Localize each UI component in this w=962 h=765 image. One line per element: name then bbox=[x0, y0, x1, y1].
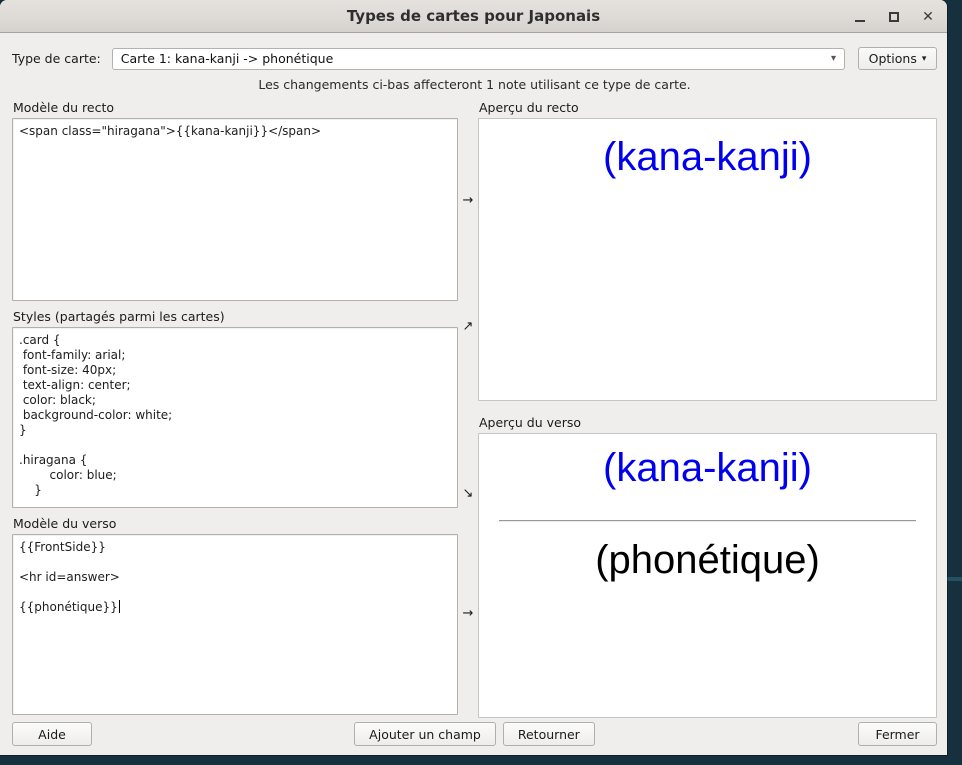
footer-center-buttons: Ajouter un champ Retourner bbox=[354, 722, 595, 746]
arrow-up-right-icon: ↗ bbox=[459, 319, 477, 334]
minimize-icon bbox=[855, 20, 865, 22]
minimize-button[interactable] bbox=[849, 6, 871, 28]
close-button[interactable]: ✕ bbox=[917, 6, 939, 28]
dialog-content: Type de carte: Carte 1: kana-kanji -> ph… bbox=[0, 33, 947, 755]
front-preview-text: (kana-kanji) bbox=[479, 131, 936, 183]
back-template-editor[interactable]: {{FrontSide}} <hr id=answer> {{phonétiqu… bbox=[12, 534, 458, 715]
combo-dropdown-icon: ▾ bbox=[831, 53, 836, 64]
styles-editor[interactable]: .card { font-family: arial; font-size: 4… bbox=[12, 327, 458, 508]
card-type-label: Type de carte: bbox=[12, 51, 101, 66]
styles-label: Styles (partagés parmi les cartes) bbox=[13, 309, 458, 324]
titlebar[interactable]: Types de cartes pour Japonais ✕ bbox=[0, 0, 947, 33]
front-preview-pane: (kana-kanji) bbox=[478, 118, 937, 401]
window-title: Types de cartes pour Japonais bbox=[0, 7, 947, 25]
card-type-row: Type de carte: Carte 1: kana-kanji -> ph… bbox=[12, 47, 937, 70]
arrow-down-right-icon: ↘ bbox=[459, 486, 477, 501]
back-template-label: Modèle du verso bbox=[13, 516, 458, 531]
card-type-selected-value: Carte 1: kana-kanji -> phonétique bbox=[121, 51, 825, 66]
back-preview-label: Aperçu du verso bbox=[479, 415, 937, 430]
maximize-button[interactable] bbox=[883, 6, 905, 28]
flow-arrows: → ↗ ↘ → bbox=[458, 100, 478, 718]
add-field-button[interactable]: Ajouter un champ bbox=[354, 722, 496, 746]
close-dialog-button[interactable]: Fermer bbox=[858, 722, 937, 746]
options-button[interactable]: Options ▾ bbox=[858, 47, 937, 70]
maximize-icon bbox=[889, 12, 899, 22]
front-template-label: Modèle du recto bbox=[13, 100, 458, 115]
close-icon: ✕ bbox=[922, 9, 934, 25]
window-controls: ✕ bbox=[849, 0, 939, 33]
arrow-right-icon: → bbox=[459, 606, 477, 621]
options-button-label: Options bbox=[869, 51, 917, 66]
arrow-right-icon: → bbox=[459, 193, 477, 208]
front-preview-label: Aperçu du recto bbox=[479, 100, 937, 115]
back-preview-question-text: (kana-kanji) bbox=[479, 442, 936, 494]
flip-button[interactable]: Retourner bbox=[503, 722, 595, 746]
dialog-footer: Aide Ajouter un champ Retourner Fermer bbox=[12, 722, 937, 746]
back-preview-answer-text: (phonétique) bbox=[479, 534, 936, 586]
answer-divider bbox=[499, 520, 916, 521]
text-cursor bbox=[119, 600, 120, 613]
help-button[interactable]: Aide bbox=[12, 722, 92, 746]
back-preview-pane: (kana-kanji) (phonétique) bbox=[478, 433, 937, 718]
options-dropdown-icon: ▾ bbox=[922, 54, 927, 64]
previews-column: Aperçu du recto (kana-kanji) Aperçu du v… bbox=[478, 100, 937, 718]
card-types-dialog: Types de cartes pour Japonais ✕ Type de … bbox=[0, 0, 947, 755]
front-template-editor[interactable]: <span class="hiragana">{{kana-kanji}}</s… bbox=[12, 118, 458, 301]
editor-preview-area: Modèle du recto <span class="hiragana">{… bbox=[12, 100, 937, 718]
desktop-wallpaper-stripe bbox=[945, 577, 962, 581]
templates-column: Modèle du recto <span class="hiragana">{… bbox=[12, 100, 458, 718]
affected-notes-notice: Les changements ci-bas affecteront 1 not… bbox=[12, 77, 937, 92]
card-type-select[interactable]: Carte 1: kana-kanji -> phonétique ▾ bbox=[112, 48, 845, 70]
